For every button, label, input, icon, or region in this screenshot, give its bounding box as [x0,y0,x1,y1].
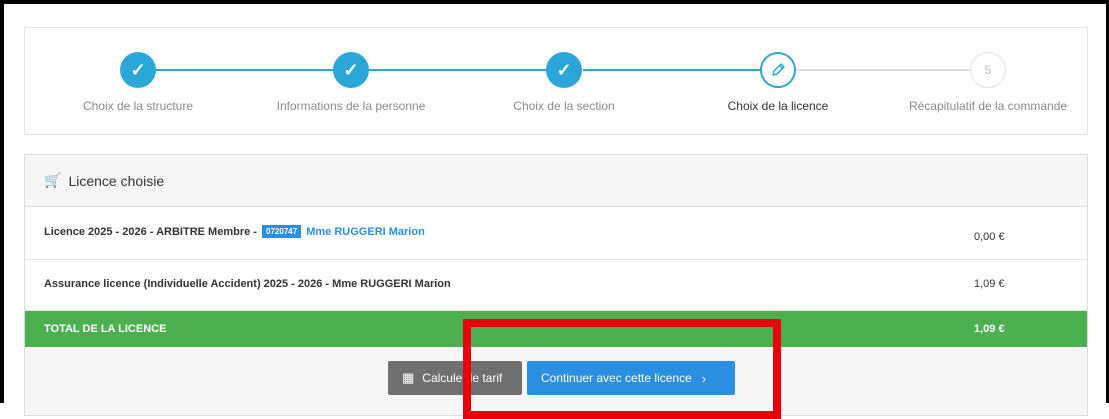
step-connector [796,69,970,71]
pencil-icon [772,63,785,76]
total-label: TOTAL DE LA LICENCE [44,323,167,335]
step-label-personne: Informations de la personne [276,99,426,113]
step-label-licence: Choix de la licence [727,99,829,113]
insurance-row: Assurance licence (Individuelle Accident… [25,260,1087,311]
step-connector [583,69,765,71]
highlight-box [463,319,781,419]
step-4-pencil-icon [760,52,796,88]
licence-amount: 0,00 € [974,231,1005,243]
person-link[interactable]: Mme RUGGERI Marion [306,226,425,238]
cart-icon: 🛒 [44,172,62,188]
licence-number-badge: 0720747 [262,225,302,238]
licence-description: Licence 2025 - 2026 - ARBITRE Membre - [44,226,257,238]
licence-row: Licence 2025 - 2026 - ARBITRE Membre - 0… [25,207,1087,260]
step-connector [156,69,338,71]
insurance-description: Assurance licence (Individuelle Accident… [44,278,451,290]
step-2-check-icon[interactable]: ✓ [333,52,369,88]
screen-border-left [0,0,4,403]
panel-header: 🛒 Licence choisie [25,155,1087,207]
total-amount: 1,09 € [974,323,1005,335]
insurance-amount: 1,09 € [974,278,1005,290]
step-1-check-icon[interactable]: ✓ [120,52,156,88]
step-5-number: 5 [970,52,1006,88]
screen-border-top [0,0,1109,4]
step-3-check-icon[interactable]: ✓ [546,52,582,88]
calculator-icon: ▦ [402,370,415,385]
step-label-section: Choix de la section [513,99,615,113]
stepper: ✓ ✓ ✓ 5 Choix de la structure Informatio… [24,27,1088,135]
step-label-recapitulatif: Récapitulatif de la commande [908,99,1068,113]
panel-title: Licence choisie [68,172,165,189]
step-connector [369,69,551,71]
step-label-structure: Choix de la structure [82,99,194,113]
